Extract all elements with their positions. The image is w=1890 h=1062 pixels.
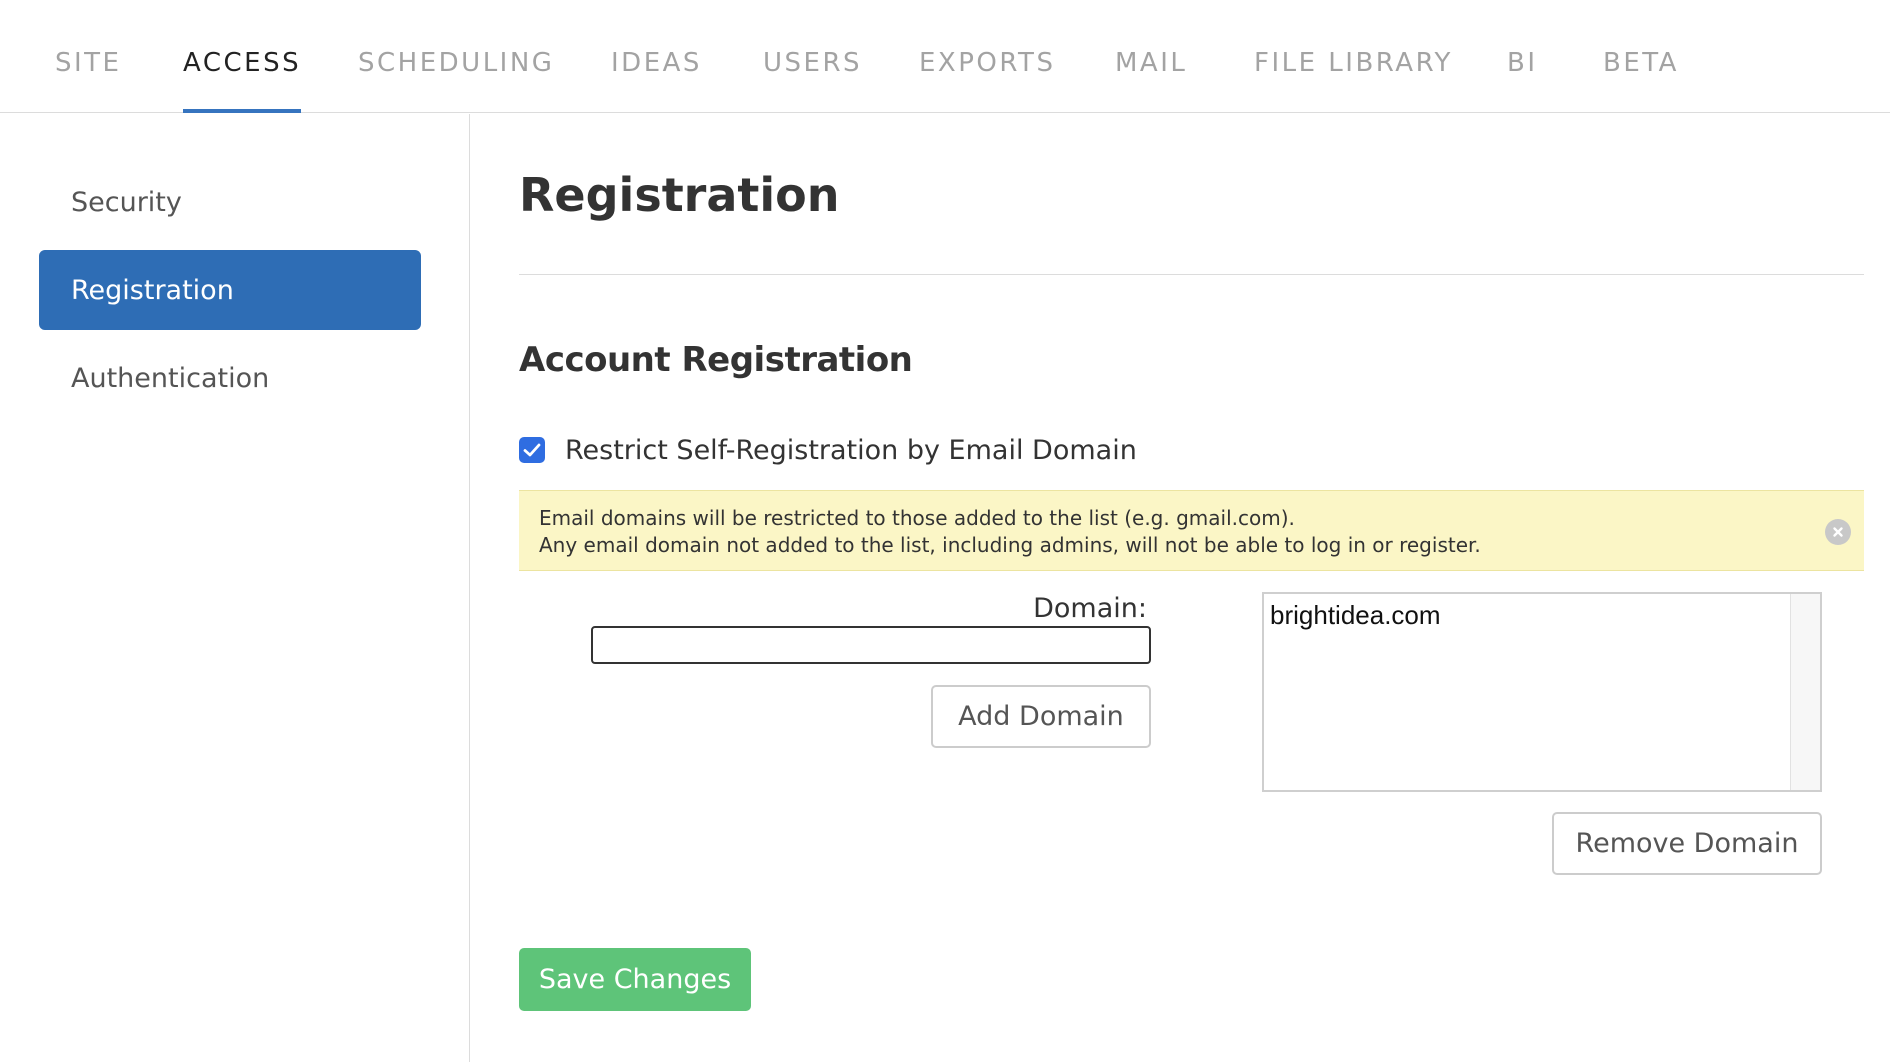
tab-scheduling[interactable]: SCHEDULING: [358, 48, 554, 113]
sidebar: Security Registration Authentication: [0, 114, 470, 1062]
restrict-domain-label: Restrict Self-Registration by Email Doma…: [565, 434, 1137, 466]
checkmark-icon: [523, 443, 541, 457]
save-changes-button[interactable]: Save Changes: [519, 948, 751, 1011]
tab-access[interactable]: ACCESS: [183, 48, 302, 113]
tab-users[interactable]: USERS: [763, 48, 862, 113]
tab-file-library[interactable]: FILE LIBRARY: [1254, 48, 1453, 113]
close-circle-icon[interactable]: [1825, 519, 1851, 545]
add-domain-button[interactable]: Add Domain: [931, 685, 1151, 748]
restrict-domain-row: Restrict Self-Registration by Email Doma…: [519, 432, 1137, 468]
top-nav: SITE ACCESS SCHEDULING IDEAS USERS EXPOR…: [0, 0, 1890, 113]
tab-bi[interactable]: BI: [1507, 48, 1538, 113]
domain-list-item[interactable]: brightidea.com: [1270, 600, 1441, 631]
info-notice: Email domains will be restricted to thos…: [519, 490, 1864, 571]
page-title: Registration: [519, 168, 840, 222]
section-title: Account Registration: [519, 340, 913, 380]
tab-ideas[interactable]: IDEAS: [611, 48, 702, 113]
sidebar-item-authentication[interactable]: Authentication: [39, 338, 421, 418]
domain-input[interactable]: [591, 626, 1151, 664]
domain-list[interactable]: brightidea.com: [1262, 592, 1822, 792]
restrict-domain-checkbox[interactable]: [519, 437, 545, 463]
notice-line-1: Email domains will be restricted to thos…: [539, 506, 1295, 530]
tab-beta[interactable]: BETA: [1603, 48, 1679, 113]
sidebar-item-security[interactable]: Security: [39, 162, 421, 242]
sidebar-item-registration[interactable]: Registration: [39, 250, 421, 330]
domain-label: Domain:: [1033, 593, 1147, 624]
tab-site[interactable]: SITE: [55, 48, 121, 113]
tab-mail[interactable]: MAIL: [1115, 48, 1187, 113]
title-divider: [519, 274, 1864, 275]
domain-list-scrollbar[interactable]: [1790, 594, 1820, 790]
tab-exports[interactable]: EXPORTS: [919, 48, 1055, 113]
notice-line-2: Any email domain not added to the list, …: [539, 533, 1481, 557]
remove-domain-button[interactable]: Remove Domain: [1552, 812, 1822, 875]
close-icon: [1833, 527, 1843, 537]
